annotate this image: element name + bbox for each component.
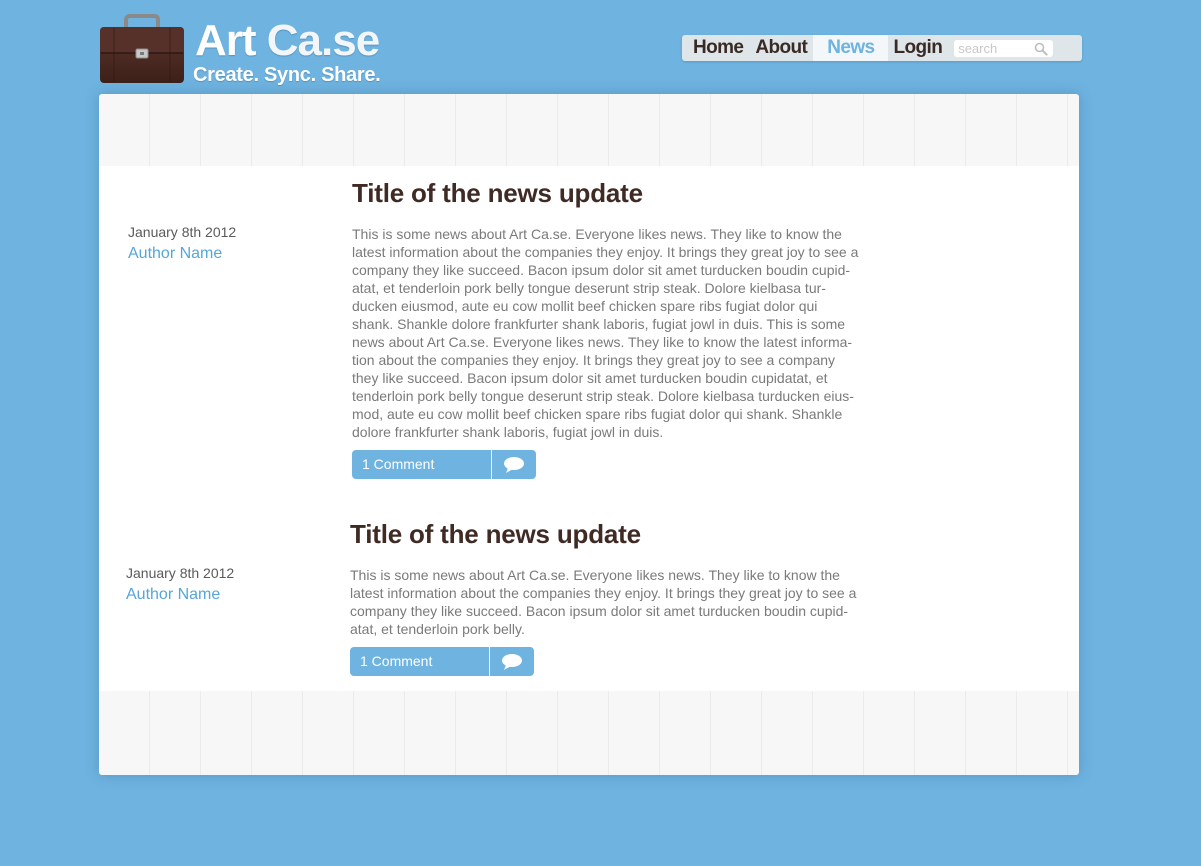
post-body: This is some news about Art Ca.se. Every… <box>350 566 905 638</box>
comment-button[interactable]: 1 Comment <box>350 647 534 676</box>
speech-bubble-icon <box>502 653 522 670</box>
post-main: Title of the news update This is some ne… <box>352 177 907 479</box>
nav-home[interactable]: Home <box>682 35 749 61</box>
post-body-line: company they like succeed. Bacon ipsum d… <box>352 262 851 278</box>
post-body-line: mod, aute eu cow mollit beef chicken spa… <box>352 406 843 422</box>
logo-title: Art Ca.se <box>195 16 380 66</box>
post-body-line: latest information about the companies t… <box>352 244 859 260</box>
post-body: This is some news about Art Ca.se. Every… <box>352 225 907 441</box>
post-meta: January 8th 2012 Author Name <box>128 223 328 265</box>
post-body-line: This is some news about Art Ca.se. Every… <box>352 226 842 242</box>
logo-title-accent: Ca.se <box>266 16 380 65</box>
post-meta: January 8th 2012 Author Name <box>126 564 326 606</box>
comment-icon-wrap <box>492 450 536 479</box>
post-title[interactable]: Title of the news update <box>352 177 907 209</box>
post-body-line: news about Art Ca.se. Everyone likes new… <box>352 334 853 350</box>
news-post: January 8th 2012 Author Name Title of th… <box>128 177 928 479</box>
post-body-line: tenderloin pork belly tongue deserunt st… <box>352 388 854 404</box>
post-body-line: latest information about the companies t… <box>350 585 857 601</box>
comment-divider <box>489 647 490 676</box>
nav-news[interactable]: News <box>813 35 888 61</box>
post-body-line: they like succeed. Bacon ipsum dolor sit… <box>352 370 828 386</box>
post-body-line: dolore frankfurter shank laboris, fugiat… <box>352 424 664 440</box>
post-body-line: This is some news about Art Ca.se. Every… <box>350 567 840 583</box>
logo-tagline: Create. Sync. Share. <box>193 64 381 86</box>
news-post: January 8th 2012 Author Name Title of th… <box>126 518 926 678</box>
logo-title-main: Art <box>195 16 267 65</box>
content-panel: January 8th 2012 Author Name Title of th… <box>99 94 1079 775</box>
post-date: January 8th 2012 <box>128 224 237 240</box>
post-date: January 8th 2012 <box>126 565 235 581</box>
post-body-line: company they like succeed. Bacon ipsum d… <box>350 603 849 619</box>
post-body-line: tion about the companies they enjoy. It … <box>352 352 836 368</box>
search-icon[interactable] <box>1034 42 1048 56</box>
comment-icon-wrap <box>490 647 534 676</box>
post-main: Title of the news update This is some ne… <box>350 518 905 676</box>
post-title[interactable]: Title of the news update <box>350 518 905 550</box>
search-box <box>954 39 1054 57</box>
briefcase-icon <box>100 14 184 83</box>
comment-count-label: 1 Comment <box>360 653 433 669</box>
post-body-line: atat, et tenderloin pork belly. <box>350 621 525 637</box>
site-logo[interactable]: Art Ca.se Create. Sync. Share. <box>99 14 419 90</box>
post-author-link[interactable]: Author Name <box>126 584 326 606</box>
nav-about[interactable]: About <box>749 35 813 61</box>
news-list: January 8th 2012 Author Name Title of th… <box>99 166 1079 691</box>
search-input[interactable] <box>958 39 1033 57</box>
post-body-line: ducken eiusmod, aute eu cow mollit beef … <box>352 298 818 314</box>
speech-bubble-icon <box>504 456 524 473</box>
post-author-link[interactable]: Author Name <box>128 243 328 265</box>
post-body-line: atat, et tenderloin pork belly tongue de… <box>352 280 826 296</box>
main-nav: Home About News Login <box>682 35 1082 61</box>
nav-login[interactable]: Login <box>888 35 949 61</box>
post-body-line: shank. Shankle dolore frankfurter shank … <box>352 316 846 332</box>
comment-count-label: 1 Comment <box>362 456 435 472</box>
comment-divider <box>491 450 492 479</box>
comment-button[interactable]: 1 Comment <box>352 450 536 479</box>
